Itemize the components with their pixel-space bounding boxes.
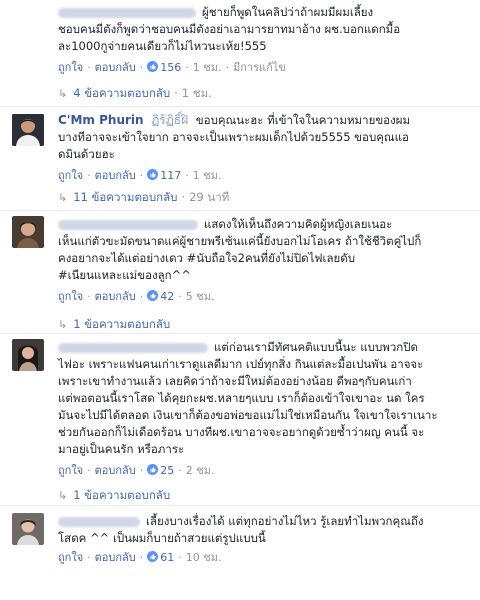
comment-body: เลี้ยงบางเรื่องได้ แต่ทุกอย่างไม่ไหว รู้… <box>58 513 472 565</box>
likes-number: 42 <box>160 290 175 303</box>
likes-number: 61 <box>160 551 175 564</box>
comment-text-line: เห็นแก่ตัวขะมัดขนาดแค่ผู้ชายพรีเซ้นแค่นี… <box>58 234 422 248</box>
avatar[interactable] <box>12 114 44 146</box>
divider <box>0 210 480 211</box>
timestamp[interactable]: 1 ชม. <box>193 169 222 182</box>
likes-count[interactable]: 117 <box>147 169 181 182</box>
comment-text-line: มันจะไปมีได้ตลอด เงินเขาก็ต้องขอพ่อขอแม่… <box>58 408 438 422</box>
comment-text-line: ละ1000กูจ่ายคนเดียวก็ไม่ไหวนะเห้ย!555 <box>58 39 267 53</box>
comment-text-line: ผู้ชายก็พูดในคลิปว่าถ้าผมมีผมเลี้ยง <box>202 5 374 19</box>
reply-arrow-icon: ↳ <box>58 87 68 100</box>
replies-count-label: 11 ข้อความตอบกลับ <box>73 190 178 204</box>
author-flair: ฏิร้ฏิธิ์ฝิ <box>151 113 189 127</box>
comment-text-line: ขอบคุณนะฮะ ที่เข้าใจในความหมายของผม <box>195 113 411 127</box>
reply-link[interactable]: ตอบกลับ <box>95 61 136 74</box>
like-link[interactable]: ถูกใจ <box>58 290 83 303</box>
comment-body: C'Mm Phurin ฏิร้ฏิธิ์ฝิ ขอบคุณนะฮะ ที่เข… <box>58 112 472 183</box>
comment-text-line: มาอยู่เป็นคนรัก หรือภาระ <box>58 442 185 456</box>
comment-text-line: เลี้ยงบางเรื่องได้ แต่ทุกอย่างไม่ไหว รู้… <box>146 514 424 528</box>
replies-time: 1 ชม. <box>181 86 212 100</box>
comment-meta: ถูกใจ · ตอบกลับ · 42 · 5 ชม. <box>58 290 215 303</box>
comment-text-line: แต่ก่อนเรามีทัศนคติแบบนี้นะ แบบพวกปิด <box>214 340 419 354</box>
avatar-image <box>12 513 44 545</box>
comment-text-line: ไฟอะ เพราะแฟนคนเก่าเราดูแลดีมาก เปย์ทุกส… <box>58 357 424 371</box>
comment-author[interactable]: C'Mm Phurin <box>58 113 144 127</box>
thumbs-up-icon <box>147 61 159 72</box>
comment-text-line: โสดค ^^ เป็นผมก็บายถ้าสวยแต่รูปแบบนี้ <box>58 531 266 545</box>
likes-count[interactable]: 156 <box>147 61 181 74</box>
avatar[interactable] <box>12 216 44 248</box>
divider <box>0 333 480 334</box>
comment-text-line: ชอบคนมีตังก็พูดว่าชอบคนมีตังอย่าเอามารยา… <box>58 22 401 36</box>
view-replies-link[interactable]: ↳ 1 ข้อความตอบกลับ <box>58 488 170 503</box>
edited-label[interactable]: มีการแก้ไข <box>233 61 286 74</box>
view-replies-link[interactable]: ↳ 1 ข้อความตอบกลับ <box>58 317 170 332</box>
likes-number: 117 <box>160 169 182 182</box>
likes-number: 156 <box>160 61 182 74</box>
comment-text-line: แต่พอตอนนี้เราโสด ได้คุยกะผช.หลายๆแบบ เร… <box>58 391 425 405</box>
blurred-author-name[interactable] <box>58 7 196 18</box>
thumbs-up-icon <box>147 464 159 475</box>
reply-link[interactable]: ตอบกลับ <box>95 464 136 477</box>
likes-count[interactable]: 61 <box>147 551 174 564</box>
comment-text-line: คงอยากจะได้แต่อย่างเดว #นับถือใจ2คนที่ยั… <box>58 251 356 265</box>
reply-arrow-icon: ↳ <box>58 191 68 204</box>
thumbs-up-icon <box>147 169 159 180</box>
reply-arrow-icon: ↳ <box>58 318 68 331</box>
avatar-image <box>12 339 44 371</box>
timestamp[interactable]: 2 ชม. <box>186 464 215 477</box>
reply-link[interactable]: ตอบกลับ <box>95 551 136 564</box>
thumbs-up-icon <box>147 551 159 562</box>
blurred-author-name[interactable] <box>58 516 140 527</box>
like-link[interactable]: ถูกใจ <box>58 61 83 74</box>
timestamp[interactable]: 5 ชม. <box>186 290 215 303</box>
replies-count-label: 1 ข้อความตอบกลับ <box>73 317 171 331</box>
comment-body: แต่ก่อนเรามีทัศนคติแบบนี้นะ แบบพวกปิด ไฟ… <box>58 339 472 478</box>
view-replies-link[interactable]: ↳ 4 ข้อความตอบกลับ · 1 ชม. <box>58 86 212 101</box>
comment-text-line: แสดงให้เห็นถึงความคิดผู้หญิงเลยเนอะ <box>204 217 393 231</box>
comment-meta: ถูกใจ · ตอบกลับ · 156 · 1 ชม. · มีการแก้ไข <box>58 61 286 74</box>
comment-body: แสดงให้เห็นถึงความคิดผู้หญิงเลยเนอะ เห็น… <box>58 216 472 304</box>
reply-link[interactable]: ตอบกลับ <box>95 169 136 182</box>
avatar-image <box>12 114 44 146</box>
avatar[interactable] <box>12 513 44 545</box>
reply-link[interactable]: ตอบกลับ <box>95 290 136 303</box>
view-replies-link[interactable]: ↳ 11 ข้อความตอบกลับ · 29 นาที <box>58 190 229 205</box>
comment-body: ผู้ชายก็พูดในคลิปว่าถ้าผมมีผมเลี้ยง ชอบค… <box>58 4 472 75</box>
avatar-image <box>12 216 44 248</box>
divider <box>0 505 480 506</box>
divider <box>0 106 480 107</box>
comment-text-line: ช่วยกันออกก็ไม่เดือดร้อน บางทีผช.เขาอาจจ… <box>58 425 425 439</box>
blurred-author-name[interactable] <box>58 219 198 230</box>
replies-count-label: 1 ข้อความตอบกลับ <box>73 488 171 502</box>
reply-arrow-icon: ↳ <box>58 489 68 502</box>
avatar[interactable] <box>12 339 44 371</box>
likes-number: 25 <box>160 464 175 477</box>
comment-text-line: เพราะเขาทำงานแล้ว เลยคิดว่าถ้าจะมีใหม่ต้… <box>58 374 412 388</box>
timestamp[interactable]: 1 ชม. <box>193 61 222 74</box>
timestamp[interactable]: 10 ชม. <box>186 551 222 564</box>
likes-count[interactable]: 42 <box>147 290 174 303</box>
likes-count[interactable]: 25 <box>147 464 174 477</box>
comment-text-line: ดมินด้วยฮะ <box>58 147 115 161</box>
comment-text-line: #เนียนแหละแม่ของลูก^^ <box>58 268 191 282</box>
like-link[interactable]: ถูกใจ <box>58 169 83 182</box>
comment-text-line: บางทีอาจจะเข้าใจยาก อาจจะเป็นเพราะผมเด็ก… <box>58 130 409 144</box>
replies-time: 29 นาที <box>189 190 230 204</box>
thumbs-up-icon <box>147 290 159 301</box>
like-link[interactable]: ถูกใจ <box>58 464 83 477</box>
replies-count-label: 4 ข้อความตอบกลับ <box>73 86 171 100</box>
comment-meta: ถูกใจ · ตอบกลับ · 25 · 2 ชม. <box>58 464 215 477</box>
blurred-author-name[interactable] <box>58 342 208 353</box>
comment-meta: ถูกใจ · ตอบกลับ · 117 · 1 ชม. <box>58 169 222 182</box>
like-link[interactable]: ถูกใจ <box>58 551 83 564</box>
comment-meta: ถูกใจ · ตอบกลับ · 61 · 10 ชม. <box>58 551 222 564</box>
